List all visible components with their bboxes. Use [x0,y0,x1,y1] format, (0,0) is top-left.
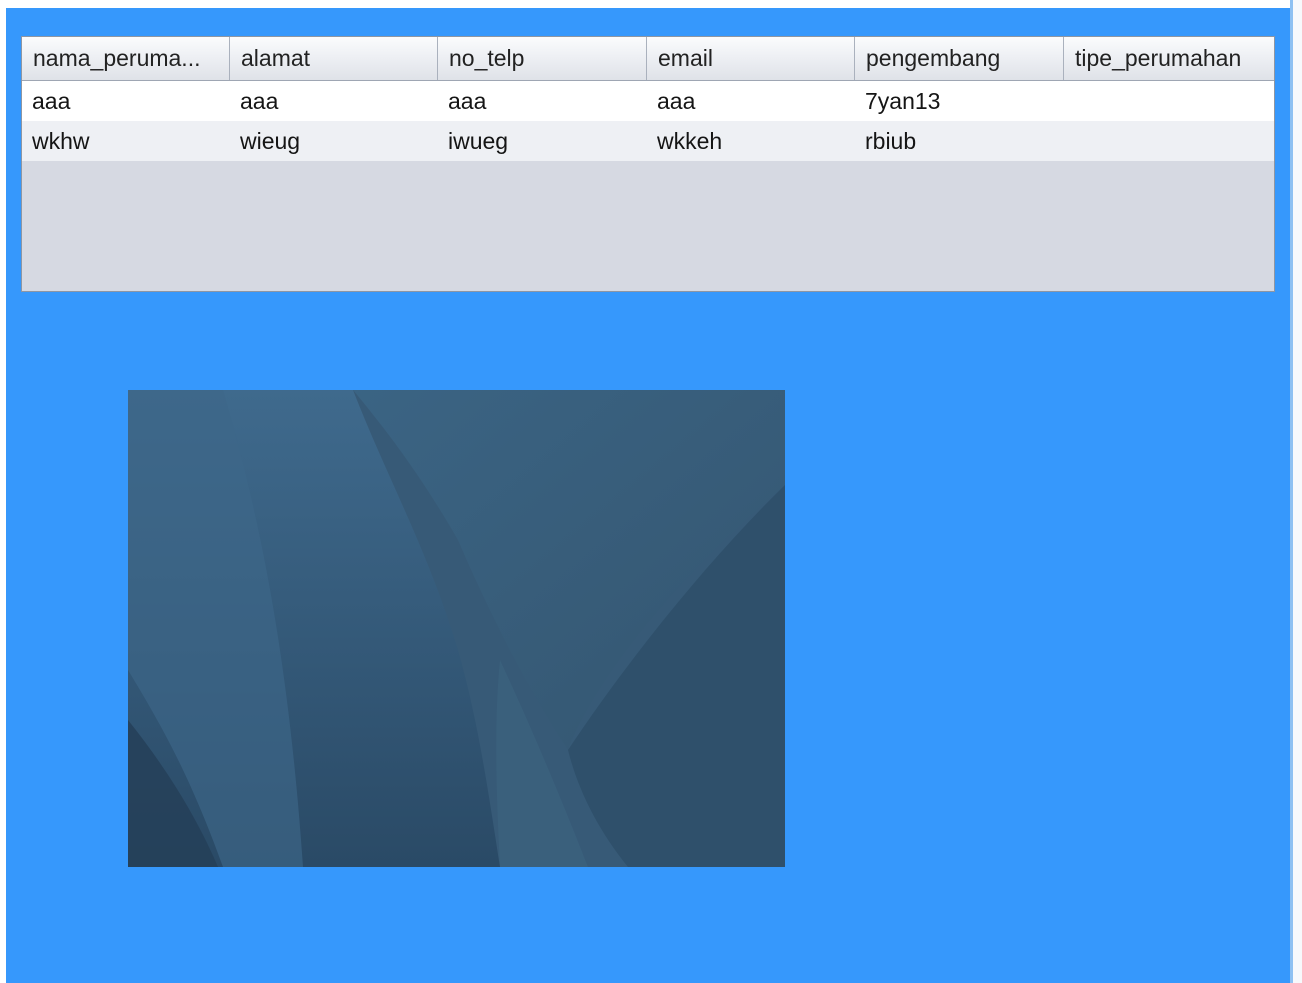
application-window: nama_peruma... alamat no_telp email peng… [0,0,1302,983]
cell-alamat[interactable]: wieug [230,121,438,161]
column-header-tipe-perumahan[interactable]: tipe_perumahan [1064,37,1274,80]
perumahan-table-scroll-pane[interactable]: nama_peruma... alamat no_telp email peng… [21,36,1275,292]
cell-nama-perumahan[interactable]: wkhw [22,121,230,161]
column-header-alamat[interactable]: alamat [230,37,438,80]
abstract-wallpaper-image [128,390,785,867]
cell-alamat[interactable]: aaa [230,81,438,121]
table-empty-area[interactable] [22,161,1274,291]
column-header-nama-perumahan[interactable]: nama_peruma... [22,37,230,80]
column-header-email[interactable]: email [647,37,855,80]
cell-email[interactable]: aaa [647,81,855,121]
cell-pengembang[interactable]: 7yan13 [855,81,1064,121]
cell-email[interactable]: wkkeh [647,121,855,161]
column-header-no-telp[interactable]: no_telp [438,37,647,80]
cell-tipe-perumahan[interactable] [1064,121,1274,161]
cell-no-telp[interactable]: aaa [438,81,647,121]
table-row[interactable]: aaa aaa aaa aaa 7yan13 [22,81,1274,121]
image-label [128,390,785,867]
cell-tipe-perumahan[interactable] [1064,81,1274,121]
cell-pengembang[interactable]: rbiub [855,121,1064,161]
column-header-pengembang[interactable]: pengembang [855,37,1064,80]
cell-nama-perumahan[interactable]: aaa [22,81,230,121]
cell-no-telp[interactable]: iwueg [438,121,647,161]
table-header: nama_peruma... alamat no_telp email peng… [22,37,1274,81]
table-row[interactable]: wkhw wieug iwueg wkkeh rbiub [22,121,1274,161]
window-right-edge [1290,0,1302,983]
